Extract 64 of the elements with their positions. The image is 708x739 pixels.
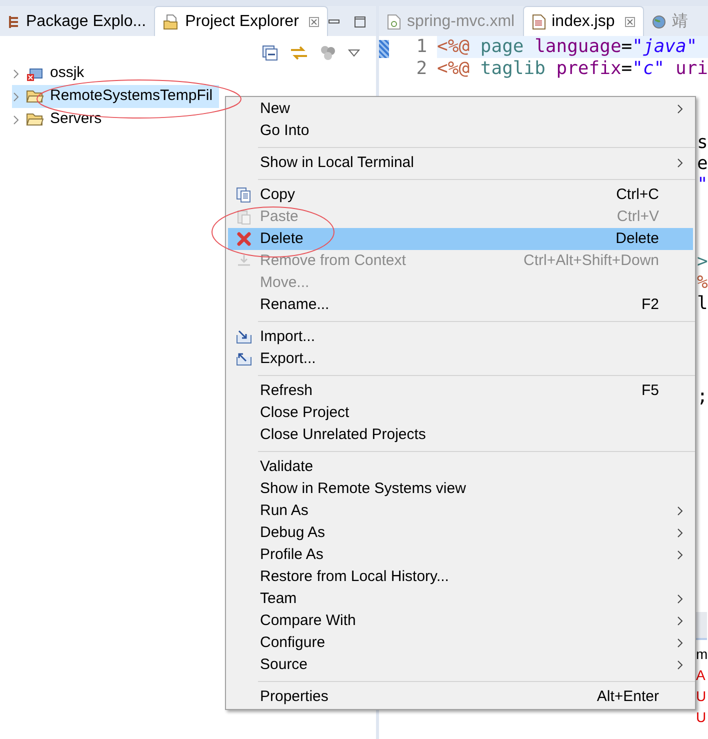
menu-item[interactable]: Import...: [228, 326, 693, 348]
menu-item[interactable]: Team: [228, 588, 693, 610]
tab[interactable]: Project Explorer: [154, 6, 328, 36]
expand-icon[interactable]: [12, 68, 20, 78]
package-icon: [8, 15, 20, 29]
problem-entry: U: [696, 708, 708, 727]
code-fragment: e: [697, 153, 708, 174]
code-fragment: ;: [697, 386, 708, 407]
menu-item[interactable]: Export...: [228, 348, 693, 370]
code-fragment: l: [697, 293, 708, 314]
menu-item[interactable]: Refresh F5: [228, 380, 693, 402]
menu-item[interactable]: New: [228, 98, 693, 120]
menu-item[interactable]: Delete Delete: [228, 228, 693, 250]
close-icon[interactable]: [624, 16, 635, 26]
menu-item[interactable]: Rename... F2: [228, 294, 693, 316]
menu-item[interactable]: Validate: [228, 456, 693, 478]
remove-icon: [236, 254, 252, 268]
tree-item[interactable]: ossjk: [12, 62, 90, 85]
menu-item[interactable]: Compare With: [228, 610, 693, 632]
expand-icon[interactable]: [12, 92, 20, 102]
project-icon: [26, 66, 44, 82]
menu-item[interactable]: Show in Remote Systems view: [228, 478, 693, 500]
tree-item[interactable]: RemoteSystemsTempFil: [12, 85, 219, 108]
menu-item[interactable]: Run As: [228, 500, 693, 522]
menu-item[interactable]: Go Into: [228, 120, 693, 142]
tab[interactable]: Package Explo...: [0, 8, 154, 36]
menu-item[interactable]: Close Unrelated Projects: [228, 424, 693, 446]
filter-icon[interactable]: [320, 45, 336, 61]
menu-item[interactable]: Source: [228, 654, 693, 676]
code-line: <%@ taglib prefix="c" uri: [437, 58, 708, 80]
folder-icon: [163, 14, 180, 30]
menu-item[interactable]: Debug As: [228, 522, 693, 544]
column-header: m: [696, 645, 708, 664]
paste-icon: [236, 209, 252, 225]
expand-icon[interactable]: [12, 114, 20, 124]
menu-item[interactable]: Copy Ctrl+C: [228, 184, 693, 206]
folder-icon: [26, 89, 44, 104]
folder-icon: [26, 112, 44, 127]
copy-icon: [236, 187, 252, 203]
view-menu-icon[interactable]: [348, 49, 360, 57]
code-fragment: >: [697, 251, 708, 272]
code-fragment: %: [697, 272, 708, 293]
import-icon: [236, 330, 252, 344]
problem-entry: A: [696, 666, 706, 685]
menu-item[interactable]: Restore from Local History...: [228, 566, 693, 588]
maximize-icon[interactable]: [354, 16, 366, 28]
globe-icon: [652, 15, 666, 29]
menu-item[interactable]: Configure: [228, 632, 693, 654]
problem-entry: U: [696, 687, 708, 706]
code-fragment: ": [697, 174, 708, 195]
delete-icon: [236, 231, 252, 247]
export-icon: [236, 352, 252, 366]
menu-item[interactable]: Properties Alt+Enter: [228, 686, 693, 708]
menu-item[interactable]: Close Project: [228, 402, 693, 424]
jsp-file-icon: [532, 14, 546, 30]
tab[interactable]: index.jsp: [522, 6, 644, 36]
link-arrows-icon[interactable]: [290, 45, 308, 61]
xml-file-icon: [387, 14, 402, 30]
code-fragment: s: [697, 132, 708, 153]
menu-item[interactable]: Profile As: [228, 544, 693, 566]
menu-item[interactable]: Show in Local Terminal: [228, 152, 693, 174]
tree-item[interactable]: Servers: [12, 108, 108, 131]
collapse-all-icon[interactable]: [262, 45, 278, 61]
close-icon[interactable]: [308, 16, 319, 26]
